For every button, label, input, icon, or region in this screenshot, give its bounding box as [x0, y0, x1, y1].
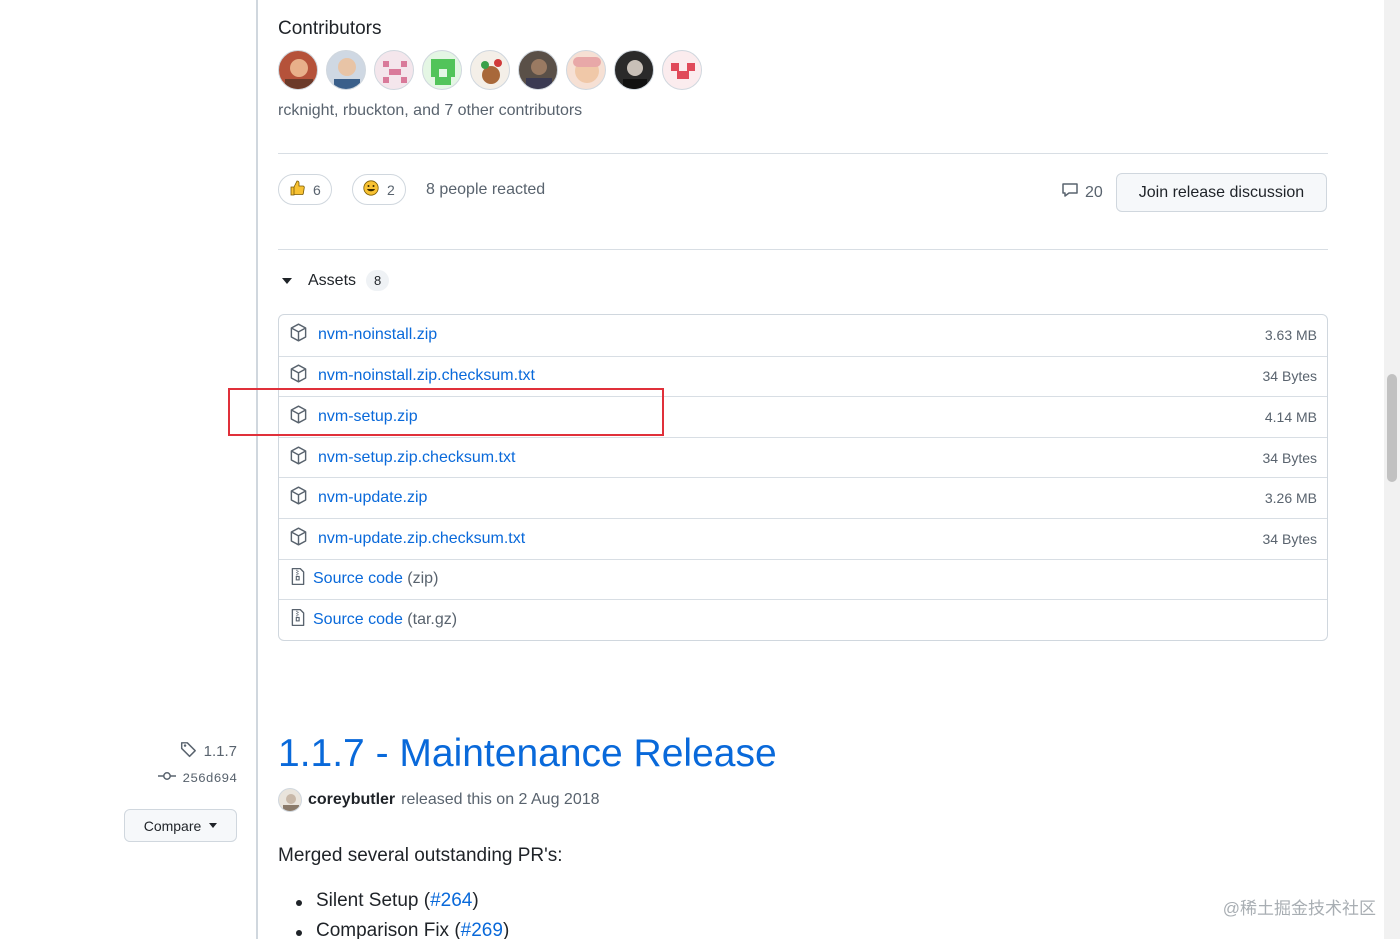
- asset-size: 3.63 MB: [1264, 327, 1317, 344]
- list-item-text: Comparison Fix (: [316, 920, 461, 939]
- release-intro: Merged several outstanding PR's:: [278, 845, 563, 866]
- asset-link[interactable]: nvm-update.zip: [318, 489, 427, 507]
- release-meta: coreybutler released this on 2 Aug 2018: [278, 788, 600, 812]
- scrollbar[interactable]: [1384, 0, 1400, 939]
- assets-toggle[interactable]: Assets 8: [278, 270, 390, 291]
- caret-down-icon: [209, 823, 218, 828]
- contributor-avatar[interactable]: [614, 50, 654, 90]
- list-item-close: ): [502, 920, 510, 939]
- package-icon: [289, 364, 308, 388]
- watermark: @稀土掘金技术社区: [1222, 899, 1376, 918]
- package-icon: [289, 323, 308, 347]
- asset-link[interactable]: nvm-update.zip.checksum.txt: [318, 530, 525, 548]
- comment-icon: [1061, 181, 1079, 204]
- assets-list: nvm-noinstall.zip 3.63 MB nvm-noinstall.…: [278, 314, 1328, 641]
- smile-icon: [363, 180, 379, 199]
- asset-row: Source code (zip): [279, 558, 1327, 600]
- package-icon: [289, 486, 308, 510]
- source-code-ext: (zip): [407, 570, 439, 588]
- thumbs-up-count: 6: [313, 181, 321, 198]
- highlight-annotation-box: [228, 388, 664, 436]
- contributor-avatar[interactable]: [566, 50, 606, 90]
- list-item-close: ): [472, 890, 479, 911]
- contributor-avatars: [278, 50, 702, 90]
- asset-row: Source code (tar.gz): [279, 599, 1327, 640]
- contributor-avatar[interactable]: [518, 50, 558, 90]
- asset-row: nvm-noinstall.zip 3.63 MB: [279, 315, 1327, 356]
- asset-size: 4.14 MB: [1264, 408, 1317, 425]
- tag-icon: [180, 740, 198, 762]
- people-reacted-text: 8 people reacted: [426, 181, 546, 198]
- smile-count: 2: [387, 181, 395, 198]
- divider: [278, 153, 1328, 154]
- package-icon: [289, 527, 308, 551]
- source-code-label: Source code: [313, 610, 403, 628]
- reaction-smile[interactable]: 2: [352, 174, 406, 205]
- reaction-thumbs-up[interactable]: 6: [278, 174, 332, 205]
- asset-size: 34 Bytes: [1262, 449, 1317, 466]
- list-item: Silent Setup (#264): [296, 890, 509, 912]
- comment-count-link[interactable]: 20: [1061, 181, 1103, 204]
- contributor-avatar[interactable]: [278, 50, 318, 90]
- file-zip-icon: [289, 567, 307, 591]
- asset-row: nvm-update.zip 3.26 MB: [279, 477, 1327, 518]
- comment-count: 20: [1085, 183, 1103, 201]
- released-date-text: released this on 2 Aug 2018: [401, 791, 600, 808]
- git-commit-icon: [158, 770, 177, 786]
- pr-link[interactable]: #269: [461, 920, 503, 939]
- contributor-avatar[interactable]: [470, 50, 510, 90]
- asset-link[interactable]: nvm-noinstall.zip.checksum.txt: [318, 367, 535, 385]
- release-notes-list: Silent Setup (#264) Comparison Fix (#269…: [296, 890, 509, 939]
- compare-label: Compare: [143, 817, 202, 834]
- source-code-ext: (tar.gz): [407, 610, 458, 628]
- caret-down-icon: [282, 277, 292, 284]
- asset-size: 34 Bytes: [1262, 368, 1317, 385]
- list-item: Comparison Fix (#269): [296, 920, 509, 939]
- contributors-title: Contributors: [278, 18, 382, 39]
- timeline-line: [256, 0, 258, 939]
- asset-link[interactable]: nvm-setup.zip.checksum.txt: [318, 449, 515, 467]
- file-zip-icon: [289, 608, 307, 632]
- contributors-summary: rcknight, rbuckton, and 7 other contribu…: [278, 102, 583, 119]
- asset-size: 34 Bytes: [1262, 530, 1317, 547]
- assets-count-badge: 8: [366, 270, 390, 291]
- commit-hash: 256d694: [182, 770, 237, 786]
- tag-link[interactable]: 1.1.7: [180, 740, 237, 762]
- asset-row: nvm-update.zip.checksum.txt 34 Bytes: [279, 517, 1327, 559]
- source-code-label: Source code: [313, 570, 403, 588]
- compare-button[interactable]: Compare: [124, 809, 237, 842]
- source-code-targz-link[interactable]: Source code (tar.gz): [313, 611, 457, 629]
- asset-size: 3.26 MB: [1264, 490, 1317, 507]
- package-icon: [289, 446, 308, 470]
- author-avatar[interactable]: [278, 788, 302, 812]
- divider: [278, 249, 1328, 250]
- asset-row: nvm-setup.zip.checksum.txt 34 Bytes: [279, 436, 1327, 478]
- release-title[interactable]: 1.1.7 - Maintenance Release: [278, 732, 777, 776]
- asset-link[interactable]: nvm-noinstall.zip: [318, 326, 437, 344]
- pr-link[interactable]: #264: [430, 890, 472, 911]
- contributor-avatar[interactable]: [374, 50, 414, 90]
- commit-link[interactable]: 256d694: [158, 770, 237, 786]
- contributor-avatar[interactable]: [422, 50, 462, 90]
- contributor-avatar[interactable]: [326, 50, 366, 90]
- contributor-avatar[interactable]: [662, 50, 702, 90]
- join-release-discussion-button[interactable]: Join release discussion: [1116, 173, 1327, 212]
- assets-label: Assets: [308, 271, 357, 289]
- source-code-zip-link[interactable]: Source code (zip): [313, 570, 438, 588]
- list-item-text: Silent Setup (: [316, 890, 431, 911]
- scrollbar-thumb[interactable]: [1387, 374, 1397, 482]
- left-gutter: [0, 0, 257, 939]
- tag-label: 1.1.7: [203, 742, 237, 760]
- thumbs-up-icon: [289, 180, 305, 199]
- author-name[interactable]: coreybutler: [308, 791, 395, 809]
